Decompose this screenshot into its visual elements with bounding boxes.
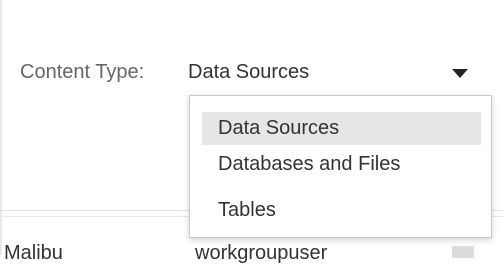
dropdown-caret-icon[interactable] xyxy=(452,69,468,78)
row-action-marker[interactable] xyxy=(452,246,474,258)
content-type-label: Content Type: xyxy=(20,61,145,83)
content-type-filter: Content Type: Data Sources xyxy=(20,58,480,86)
row-owner-cell: workgroupuser xyxy=(195,242,328,264)
content-type-dropdown-menu: Data Sources Databases and Files Tables xyxy=(189,95,492,238)
row-name-cell: Malibu xyxy=(4,242,63,264)
menu-item-tables[interactable]: Tables xyxy=(202,194,481,227)
menu-item-data-sources[interactable]: Data Sources xyxy=(202,112,481,145)
content-type-selected-value: Data Sources xyxy=(188,61,310,83)
content-type-select[interactable]: Data Sources xyxy=(188,58,480,86)
menu-item-databases-and-files[interactable]: Databases and Files xyxy=(202,148,481,181)
